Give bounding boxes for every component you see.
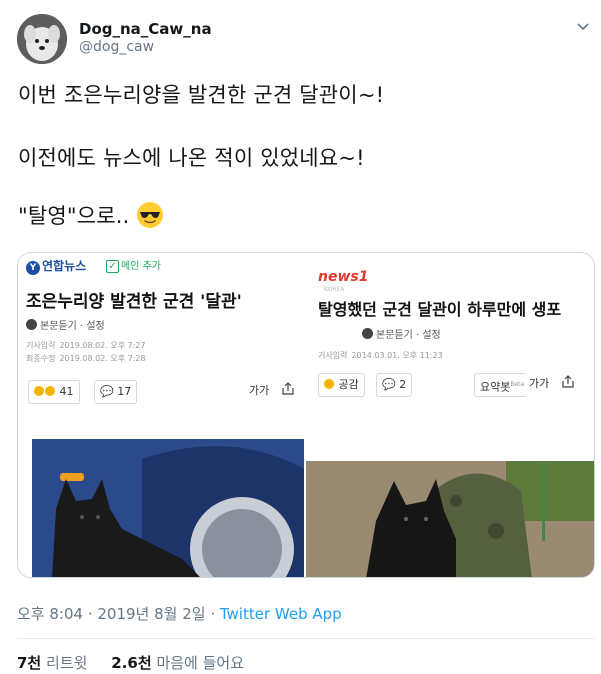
retweet-count: 7천 bbox=[17, 654, 42, 672]
speaker-icon bbox=[362, 328, 373, 339]
share-icon bbox=[556, 373, 580, 397]
user-handle[interactable]: @dog_caw bbox=[79, 39, 154, 55]
reaction-emoji-icon-2 bbox=[45, 386, 55, 396]
tweet-text-line-2: 이전에도 뉴스에 나온 적이 있었네요~! bbox=[18, 146, 365, 170]
comment-bubble-icon: 💬 bbox=[382, 378, 396, 391]
comment-count-left: 17 bbox=[117, 385, 132, 398]
listen-setting-right: 본문듣기 · 설정 bbox=[362, 326, 441, 341]
avatar[interactable] bbox=[17, 14, 67, 64]
like-emoji-icon bbox=[324, 379, 334, 389]
yonhap-logo-icon: Y bbox=[26, 261, 40, 275]
check-icon: ✓ bbox=[106, 260, 119, 273]
sunglasses-emoji-icon bbox=[136, 201, 164, 234]
user-name[interactable]: Dog_na_Caw_na bbox=[79, 20, 212, 38]
news-screenshot-left[interactable]: Y 연합뉴스 ✓ 메인 추가 조은누리양 발견한 군견 '달관' 본문듣기 · 설정… bbox=[18, 253, 304, 577]
summary-bot-button: 요약봇Beta bbox=[474, 373, 531, 397]
retweet-label: 리트윗 bbox=[46, 654, 88, 672]
source-app-link[interactable]: Twitter Web App bbox=[220, 605, 342, 623]
reaction-emoji-icon bbox=[34, 386, 44, 396]
summary-bot-beta: Beta bbox=[510, 381, 525, 388]
main-add-text: 메인 추가 bbox=[121, 261, 161, 272]
font-size-button-right: 가가 bbox=[524, 373, 555, 397]
retweet-stat[interactable]: 7천 리트윗 bbox=[17, 654, 87, 672]
comment-count-right: 2 bbox=[399, 378, 407, 391]
comment-chip-left: 💬 17 bbox=[94, 380, 138, 404]
speaker-icon bbox=[26, 319, 37, 330]
like-chip-label: 공감 bbox=[338, 378, 359, 391]
meta-label-left-1: 기사입력 bbox=[26, 341, 56, 350]
news1-logo: news1 bbox=[318, 269, 369, 285]
news-screenshot-right[interactable]: news1 KOREA 탈영했던 군견 달관이 하루만에 생포 본문듣기 · 설… bbox=[306, 253, 594, 577]
chevron-down-icon[interactable] bbox=[575, 18, 591, 34]
reaction-count: 41 bbox=[59, 385, 74, 398]
main-add-label: ✓ 메인 추가 bbox=[106, 257, 161, 273]
summary-bot-label: 요약봇 bbox=[480, 380, 511, 394]
meta-value-right: 2014.03.01. 오후 11:23 bbox=[351, 351, 443, 360]
tweet-text-line-3-label: "탈영"으로.. bbox=[18, 204, 130, 228]
comment-bubble-icon: 💬 bbox=[100, 385, 114, 398]
yonhap-logo-text: 연합뉴스 bbox=[42, 259, 87, 273]
like-chip: 공감 bbox=[318, 373, 365, 397]
dog-photo-right bbox=[306, 461, 594, 577]
news1-logo-sub: KOREA bbox=[324, 286, 345, 293]
tweet-stats: 7천 리트윗 2.6천 마음에 들어요 bbox=[17, 652, 244, 673]
tweet-text-line-1: 이번 조은누리양을 발견한 군견 달관이~! bbox=[18, 83, 385, 107]
meta-label-left-2: 최종수정 bbox=[26, 354, 56, 363]
listen-setting-left: 본문듣기 · 설정 bbox=[26, 317, 105, 332]
reaction-chip: 41 bbox=[28, 380, 80, 404]
meta-value-left-1: 2019.08.02. 오후 7:27 bbox=[59, 341, 146, 350]
footer-divider bbox=[17, 638, 595, 639]
share-icon bbox=[276, 380, 300, 404]
meta-value-left-2: 2019.08.02. 오후 7:28 bbox=[59, 354, 146, 363]
headline-right: 탈영했던 군견 달관이 하루만에 생포 bbox=[318, 300, 562, 319]
tweet-timestamp: 오후 8:04 · 2019년 8월 2일 · Twitter Web App bbox=[17, 603, 342, 624]
tweet-text-line-3: "탈영"으로.. bbox=[18, 200, 164, 234]
meta-label-right: 기사입력 bbox=[318, 351, 348, 360]
yonhap-logo: Y 연합뉴스 bbox=[26, 257, 86, 275]
dog-photo-left bbox=[32, 439, 304, 577]
media-card[interactable]: Y 연합뉴스 ✓ 메인 추가 조은누리양 발견한 군견 '달관' 본문듣기 · 설정… bbox=[17, 252, 595, 578]
font-size-button-left: 가가 bbox=[244, 380, 275, 404]
listen-setting-left-text: 본문듣기 · 설정 bbox=[40, 321, 105, 332]
like-stat[interactable]: 2.6천 마음에 들어요 bbox=[111, 654, 244, 672]
article-meta-left: 기사입력 2019.08.02. 오후 7:27 최종수정 2019.08.02. … bbox=[26, 339, 146, 365]
headline-left: 조은누리양 발견한 군견 '달관' bbox=[26, 292, 242, 312]
tweet-time-date[interactable]: 오후 8:04 · 2019년 8월 2일 · bbox=[17, 605, 220, 623]
like-count: 2.6천 bbox=[111, 654, 152, 672]
listen-setting-right-text: 본문듣기 · 설정 bbox=[376, 330, 441, 341]
tweet: Dog_na_Caw_na @dog_caw 이번 조은누리양을 발견한 군견 … bbox=[0, 0, 601, 674]
like-label: 마음에 들어요 bbox=[156, 654, 245, 672]
article-meta-right: 기사입력 2014.03.01. 오후 11:23 bbox=[318, 349, 443, 362]
comment-chip-right: 💬 2 bbox=[376, 373, 413, 397]
